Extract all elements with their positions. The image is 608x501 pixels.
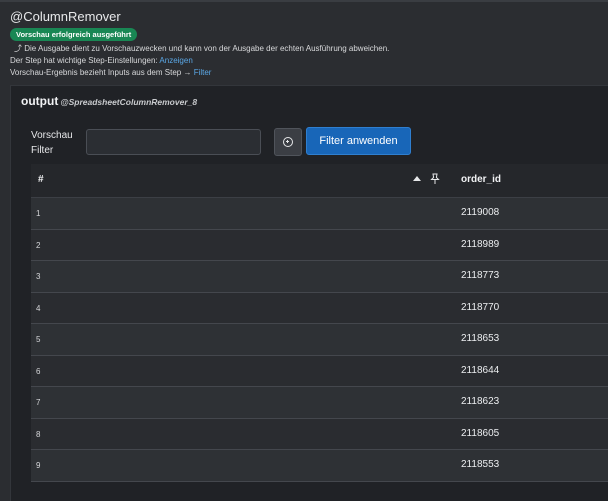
order-id-cell: 2118989	[461, 238, 500, 250]
plus-circle-icon	[283, 137, 293, 147]
pin-icon[interactable]	[429, 173, 441, 185]
settings-info-text: Der Step hat wichtige Step-Einstellungen…	[10, 56, 158, 65]
preview-info: ⤴ Die Ausgabe dient zu Vorschauzwecken u…	[14, 43, 389, 54]
order-id-cell: 2118553	[461, 459, 500, 470]
top-divider	[0, 0, 608, 2]
order-id-cell: 2118773	[461, 270, 500, 281]
row-number: 4	[36, 303, 41, 313]
order-id-cell: 2118770	[461, 301, 500, 313]
settings-info: Der Step hat wichtige Step-Einstellungen…	[10, 56, 193, 65]
return-arrow-icon: ⤴	[14, 44, 22, 53]
add-filter-button[interactable]	[274, 128, 302, 156]
table-row[interactable]: 5 2118653	[31, 324, 608, 356]
table-body: 1 2119008 2 2118989 3 2118773 4 2118770 5 2118653…	[31, 198, 608, 482]
order-id-cell: 2118644	[461, 364, 500, 376]
output-panel: output @SpreadsheetColumnRemover_8 Vorsch…	[10, 85, 608, 501]
table-row[interactable]: 9 2118553	[31, 450, 608, 482]
order-id-cell: 2119008	[461, 207, 500, 218]
filter-step-link[interactable]: Filter	[194, 68, 212, 77]
column-header-num[interactable]: #	[38, 174, 44, 185]
filter-label-line1: Vorschau	[31, 130, 73, 141]
inputs-info-text: Vorschau-Ergebnis bezieht Inputs aus dem…	[10, 68, 182, 77]
order-id-cell: 2118623	[461, 396, 500, 407]
row-number: 7	[36, 398, 41, 407]
order-id-cell: 2118605	[461, 427, 500, 439]
table-row[interactable]: 2 2118989	[31, 229, 608, 261]
table-header: # order_id	[31, 164, 608, 198]
output-label: output	[21, 94, 59, 108]
column-header-order-id[interactable]: order_id	[461, 174, 501, 185]
output-header: output @SpreadsheetColumnRemover_8	[21, 92, 197, 110]
table-row[interactable]: 1 2119008	[31, 198, 608, 230]
order-id-cell: 2118653	[461, 333, 500, 344]
apply-filter-button[interactable]: Filter anwenden	[306, 127, 411, 155]
output-source: @SpreadsheetColumnRemover_8	[60, 97, 198, 107]
filter-label-line2: Filter	[31, 145, 54, 156]
row-number: 3	[36, 272, 41, 281]
settings-show-link[interactable]: Anzeigen	[159, 56, 192, 65]
row-number: 1	[36, 209, 41, 218]
inputs-info: Vorschau-Ergebnis bezieht Inputs aus dem…	[10, 68, 211, 77]
arrow-right-icon: →	[183, 68, 192, 77]
filter-input[interactable]	[86, 129, 261, 155]
table-row[interactable]: 3 2118773	[31, 261, 608, 293]
row-number: 9	[36, 461, 41, 470]
row-number: 8	[36, 429, 41, 439]
row-number: 2	[36, 240, 41, 250]
preview-info-text: Die Ausgabe dient zu Vorschauzwecken und…	[24, 44, 390, 53]
table-row[interactable]: 4 2118770	[31, 292, 608, 324]
step-title: @ColumnRemover	[10, 9, 121, 24]
row-number: 6	[36, 366, 41, 376]
table-row[interactable]: 7 2118623	[31, 387, 608, 419]
filter-label: Vorschau Filter	[31, 128, 73, 158]
status-badge: Vorschau erfolgreich ausgeführt	[10, 28, 138, 41]
table-row[interactable]: 8 2118605	[31, 418, 608, 450]
sort-up-icon[interactable]	[413, 176, 421, 181]
data-table: # order_id 1 2119008 2 2118989 3 2118773 4 2118…	[31, 164, 608, 482]
row-number: 5	[36, 335, 41, 344]
table-row[interactable]: 6 2118644	[31, 355, 608, 387]
